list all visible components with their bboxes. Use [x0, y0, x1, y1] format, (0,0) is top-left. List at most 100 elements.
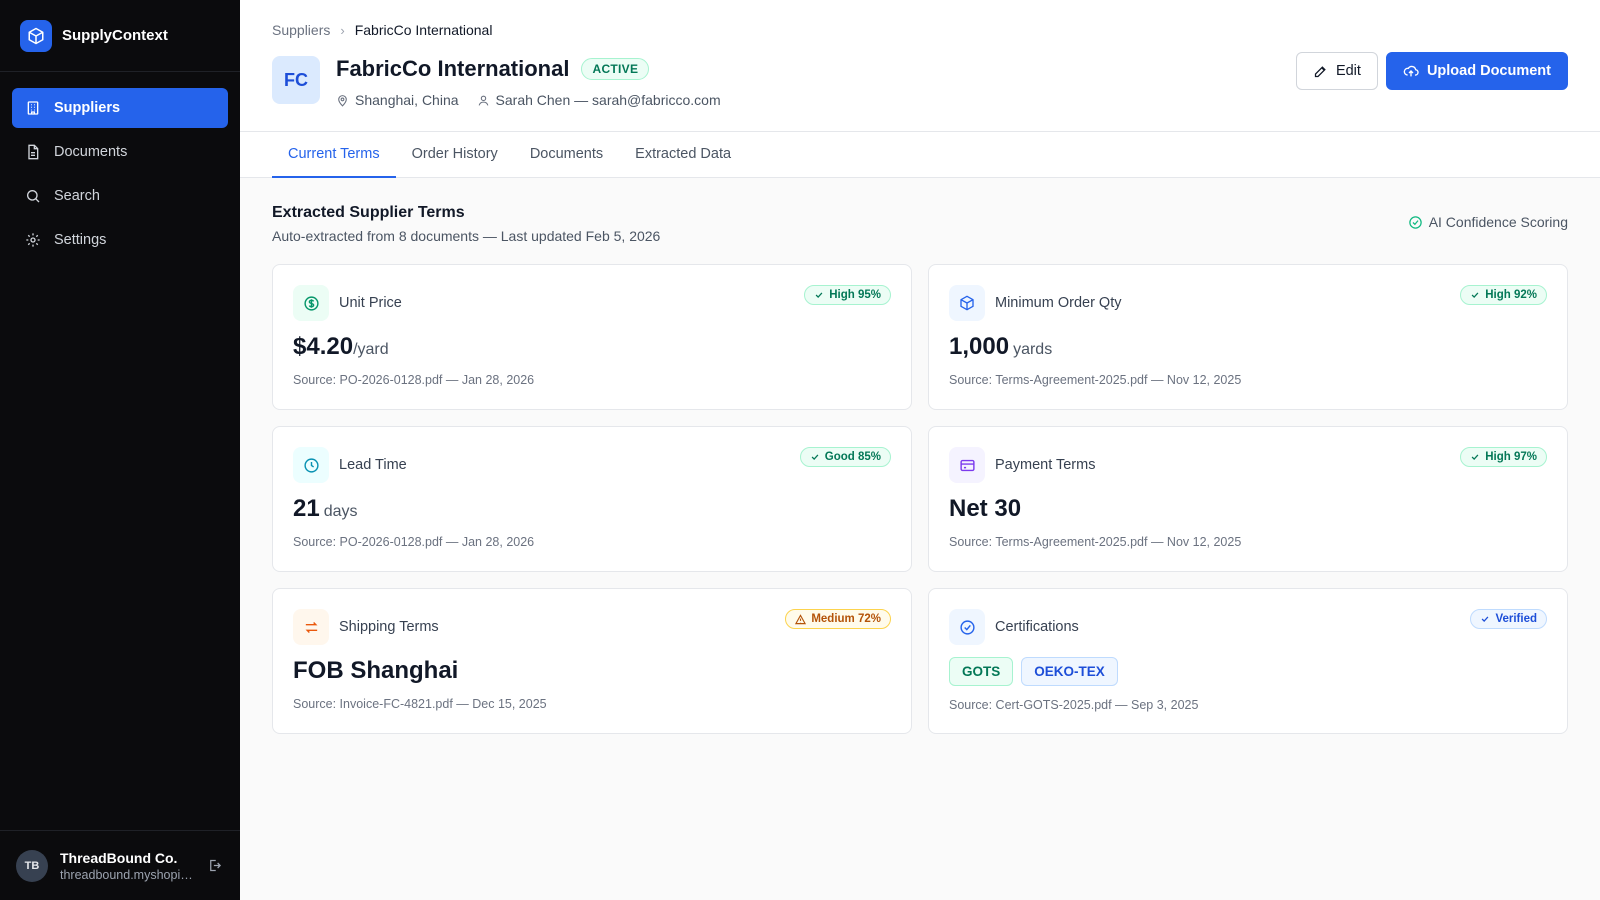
supplier-meta: Shanghai, China Sarah Chen — sarah@fabri…	[336, 92, 739, 108]
supplier-location: Shanghai, China	[336, 92, 459, 108]
section-subtitle: Auto-extracted from 8 documents — Last u…	[272, 228, 661, 244]
search-icon	[24, 187, 42, 205]
supplier-title-row: FC FabricCo International ACTIVE Shangha…	[272, 56, 739, 108]
credit-card-icon	[949, 447, 985, 483]
badge-check-icon	[949, 609, 985, 645]
upload-document-button[interactable]: Upload Document	[1385, 52, 1568, 90]
confidence-text: High 97%	[1485, 451, 1537, 463]
card-value: FOB Shanghai	[293, 657, 891, 685]
card-shipping-terms: Shipping Terms Medium 72% FOB Shanghai S…	[272, 588, 912, 734]
sidebar-item-label: Search	[54, 188, 100, 204]
confidence-text: High 95%	[829, 289, 881, 301]
brand-name: SupplyContext	[62, 27, 168, 44]
supplier-contact-text: Sarah Chen — sarah@fabricco.com	[495, 92, 721, 108]
value-unit: yards	[1013, 341, 1053, 358]
supplier-heading: FabricCo International ACTIVE Shanghai, …	[336, 56, 739, 108]
certification-chip: OEKO-TEX	[1021, 657, 1118, 686]
card-value: 21 days	[293, 495, 891, 523]
certification-chips: GOTS OEKO-TEX	[949, 657, 1547, 686]
clock-icon	[293, 447, 329, 483]
breadcrumb-suppliers-link[interactable]: Suppliers	[272, 22, 330, 38]
account-panel: TB ThreadBound Co. threadbound.myshopify…	[0, 830, 240, 900]
brand[interactable]: SupplyContext	[0, 0, 240, 72]
card-label: Unit Price	[339, 295, 402, 311]
value-unit: /yard	[353, 341, 389, 358]
card-label: Shipping Terms	[339, 619, 439, 635]
edit-button-label: Edit	[1335, 63, 1361, 79]
confidence-text: Good 85%	[824, 451, 881, 463]
card-label: Minimum Order Qty	[995, 295, 1122, 311]
main-content: Suppliers › FabricCo International FC Fa…	[240, 0, 1600, 900]
value-number: 21	[293, 495, 320, 522]
tab-current-terms[interactable]: Current Terms	[272, 132, 396, 178]
status-badge: ACTIVE	[581, 58, 650, 80]
sidebar-item-settings[interactable]: Settings	[12, 220, 228, 260]
verified-text: Verified	[1495, 613, 1537, 625]
account-store: threadbound.myshopify.com	[60, 867, 196, 882]
supplier-location-text: Shanghai, China	[355, 92, 459, 108]
user-icon	[478, 95, 488, 106]
chevron-right-icon: ›	[340, 22, 345, 38]
card-minimum-order-qty: Minimum Order Qty High 92% 1,000 yards S…	[928, 264, 1568, 410]
card-unit-price: Unit Price High 95% $4.20 /yard Source: …	[272, 264, 912, 410]
confidence-badge: High 95%	[804, 285, 891, 305]
document-icon	[24, 143, 42, 161]
card-label: Certifications	[995, 619, 1079, 635]
edit-button[interactable]: Edit	[1295, 52, 1378, 90]
logout-icon[interactable]	[204, 856, 224, 876]
section-title: Extracted Supplier Terms	[272, 204, 465, 221]
supplier-contact: Sarah Chen — sarah@fabricco.com	[477, 92, 721, 108]
confidence-badge: Medium 72%	[785, 609, 891, 629]
check-circle-icon	[1408, 215, 1422, 229]
card-value: 1,000 yards	[949, 333, 1547, 361]
tab-documents[interactable]: Documents	[514, 132, 619, 178]
cloud-upload-icon	[1403, 65, 1419, 77]
source-text: Source: PO-2026-0128.pdf — Jan 28, 2026	[293, 535, 535, 549]
card-payment-terms: Payment Terms High 97% Net 30 Source: Te…	[928, 426, 1568, 572]
account-info: ThreadBound Co. threadbound.myshopify.co…	[60, 850, 204, 882]
card-lead-time: Lead Time Good 85% 21 days Source: PO-20…	[272, 426, 912, 572]
check-icon	[811, 454, 819, 460]
confidence-text: Medium 72%	[811, 613, 881, 625]
cube-icon	[20, 19, 52, 52]
building-icon	[24, 99, 42, 117]
value-number: Net 30	[949, 495, 1022, 522]
terms-grid: Unit Price High 95% $4.20 /yard Source: …	[272, 264, 1568, 734]
tab-extracted-data[interactable]: Extracted Data	[619, 132, 747, 178]
sidebar-item-label: Suppliers	[54, 100, 121, 116]
sidebar-item-documents[interactable]: Documents	[12, 132, 228, 172]
breadcrumb-current: FabricCo International	[354, 22, 493, 38]
breadcrumb: Suppliers › FabricCo International	[272, 22, 492, 38]
gear-icon	[24, 231, 42, 249]
confidence-text: High 92%	[1485, 289, 1537, 301]
arrows-swap-icon	[293, 609, 329, 645]
upload-button-label: Upload Document	[1426, 63, 1551, 79]
source-text: Source: PO-2026-0128.pdf — Jan 28, 2026	[293, 373, 535, 387]
value-number: 1,000	[949, 333, 1010, 360]
sidebar: SupplyContext Suppliers Documents Search…	[0, 0, 240, 900]
avatar[interactable]: TB	[16, 849, 48, 882]
page-header: Suppliers › FabricCo International FC Fa…	[240, 0, 1600, 132]
sidebar-item-search[interactable]: Search	[12, 176, 228, 216]
ai-confidence-label: AI Confidence Scoring	[1428, 214, 1568, 230]
section-header: Extracted Supplier Terms Auto-extracted …	[272, 204, 1568, 244]
tab-order-history[interactable]: Order History	[396, 132, 514, 178]
dollar-icon	[293, 285, 329, 321]
card-value: $4.20 /yard	[293, 333, 891, 361]
supplier-avatar: FC	[272, 56, 320, 104]
warning-icon	[795, 613, 807, 624]
card-label: Lead Time	[339, 457, 407, 473]
value-unit: days	[323, 503, 358, 520]
check-icon	[1482, 616, 1489, 622]
tab-bar: Current Terms Order History Documents Ex…	[240, 132, 1600, 178]
source-text: Source: Terms-Agreement-2025.pdf — Nov 1…	[949, 373, 1242, 387]
source-text: Source: Terms-Agreement-2025.pdf — Nov 1…	[949, 535, 1242, 549]
terms-section: Extracted Supplier Terms Auto-extracted …	[240, 178, 1600, 760]
page-title: FabricCo International	[336, 56, 570, 81]
confidence-badge: High 92%	[1460, 285, 1547, 305]
sidebar-item-suppliers[interactable]: Suppliers	[12, 88, 228, 128]
check-icon	[1471, 454, 1479, 460]
card-label: Payment Terms	[995, 457, 1096, 473]
ai-confidence-scoring: AI Confidence Scoring	[1408, 214, 1568, 230]
location-pin-icon	[338, 94, 347, 107]
